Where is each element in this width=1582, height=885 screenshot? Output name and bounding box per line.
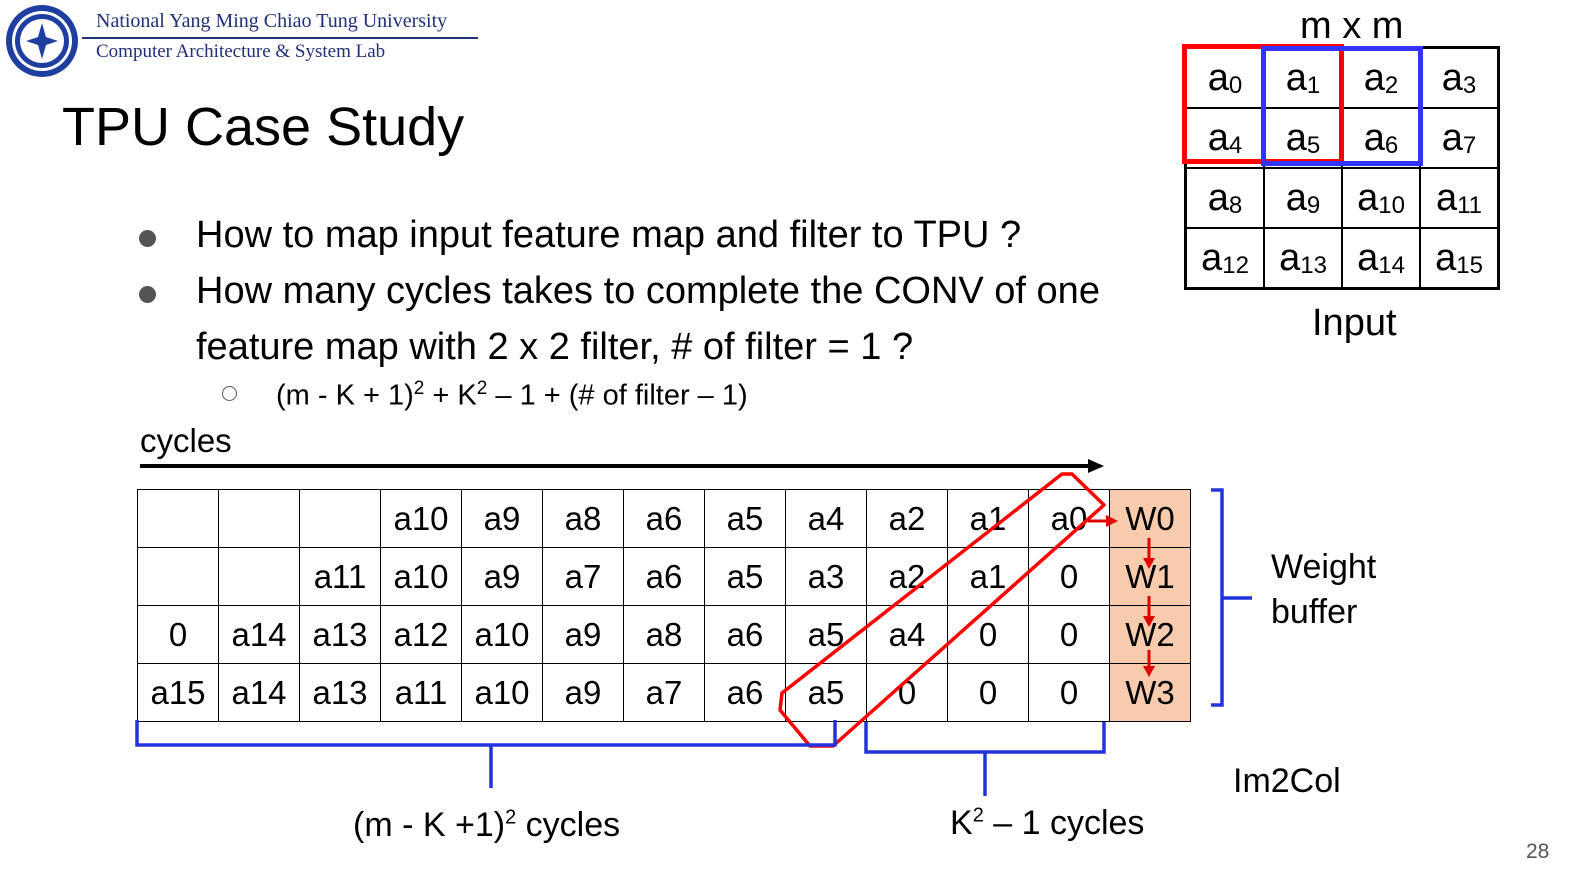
table-cell: 0 [1028, 663, 1110, 722]
weight-buffer-label: Weight buffer [1271, 545, 1376, 635]
table-cell: a11 [299, 547, 381, 606]
table-cell: a9 [461, 547, 543, 606]
cycle-formula: (m - K + 1)2 + K2 – 1 + (# of filter – 1… [276, 378, 748, 412]
input-cell: a 14 [1342, 228, 1420, 288]
bullet-dot [139, 286, 156, 303]
table-row: a11 a10 a9 a7 a6 a5 a3 a2 a1 0 W1 [137, 547, 1191, 606]
table-cell: a13 [299, 605, 381, 664]
input-cell: a 11 [1420, 168, 1498, 228]
weight-cell: W1 [1109, 547, 1191, 606]
table-cell: a14 [218, 663, 300, 722]
table-cell: 0 [1028, 547, 1110, 606]
input-cell: a7 [1420, 108, 1498, 168]
lab-name: Computer Architecture & System Lab [96, 41, 386, 62]
table-cell [137, 489, 219, 548]
weight-buffer-brace [1211, 488, 1252, 707]
table-cell [218, 489, 300, 548]
table-cell: a6 [623, 547, 705, 606]
table-cell: a11 [380, 663, 462, 722]
im2col-table: a10 a9 a8 a6 a5 a4 a2 a1 a0 W0 a11 a10 a… [137, 489, 1191, 722]
table-cell: a6 [623, 489, 705, 548]
input-cell: a 12 [1186, 228, 1264, 288]
table-row: a10 a9 a8 a6 a5 a4 a2 a1 a0 W0 [137, 489, 1191, 548]
input-cell: a 15 [1420, 228, 1498, 288]
table-row: a15 a14 a13 a11 a10 a9 a7 a6 a5 0 0 0 W3 [137, 663, 1191, 722]
table-cell: a10 [380, 547, 462, 606]
bullet-dot [139, 230, 156, 247]
bullet-2-line-2: feature map with 2 x 2 filter, # of filt… [196, 326, 914, 368]
bullet-1-text: How to map input feature map and filter … [196, 214, 1022, 256]
table-cell: a2 [866, 547, 948, 606]
university-name: National Yang Ming Chiao Tung University [96, 10, 448, 32]
table-cell: a12 [380, 605, 462, 664]
left-cycles-brace [135, 720, 837, 788]
right-cycles-brace [864, 722, 1106, 796]
table-cell: 0 [947, 605, 1029, 664]
table-cell: a6 [704, 605, 786, 664]
table-cell: a5 [785, 663, 867, 722]
table-cell [218, 547, 300, 606]
input-cell: a3 [1420, 48, 1498, 108]
weight-buffer-label-line: buffer [1271, 593, 1358, 631]
table-cell: a8 [542, 489, 624, 548]
table-cell: a13 [299, 663, 381, 722]
weight-cell: W2 [1109, 605, 1191, 664]
table-cell: a15 [137, 663, 219, 722]
table-cell: a5 [785, 605, 867, 664]
table-cell: a10 [461, 605, 543, 664]
table-cell: a9 [542, 663, 624, 722]
table-cell [137, 547, 219, 606]
weight-buffer-label-line: Weight [1271, 548, 1377, 586]
input-caption: Input [1312, 302, 1397, 344]
table-cell: a6 [704, 663, 786, 722]
left-cycles-label: (m - K +1)2 cycles [353, 806, 621, 844]
table-cell: a10 [380, 489, 462, 548]
cycles-label: cycles [140, 422, 232, 459]
weight-cell: W0 [1109, 489, 1191, 548]
im2col-label: Im2Col [1233, 762, 1341, 800]
input-cell: a 10 [1342, 168, 1420, 228]
nycu-seal-icon [6, 5, 78, 77]
table-cell: a1 [947, 547, 1029, 606]
table-cell: a4 [866, 605, 948, 664]
input-cell: a 13 [1264, 228, 1342, 288]
page-number: 28 [1526, 840, 1550, 863]
cycles-arrow [140, 459, 1104, 473]
table-cell: 0 [866, 663, 948, 722]
page-title: TPU Case Study [62, 97, 465, 157]
table-cell: a9 [542, 605, 624, 664]
table-cell: a7 [623, 663, 705, 722]
bullet-2-line-1: How many cycles takes to complete the CO… [196, 270, 1100, 312]
table-cell [299, 489, 381, 548]
table-row: 0 a14 a13 a12 a10 a9 a8 a6 a5 a4 0 0 W2 [137, 605, 1191, 664]
table-cell: a5 [704, 547, 786, 606]
table-cell: a8 [623, 605, 705, 664]
table-cell: a3 [785, 547, 867, 606]
input-cell: a8 [1186, 168, 1264, 228]
sub-bullet-circle [222, 386, 237, 401]
table-cell: a1 [947, 489, 1029, 548]
table-cell: 0 [947, 663, 1029, 722]
table-cell: a0 [1028, 489, 1110, 548]
weight-cell: W3 [1109, 663, 1191, 722]
table-cell: 0 [137, 605, 219, 664]
header-divider [82, 37, 478, 39]
right-cycles-label: K2 – 1 cycles [950, 804, 1145, 842]
table-cell: a9 [461, 489, 543, 548]
table-cell: a7 [542, 547, 624, 606]
input-cell: a9 [1264, 168, 1342, 228]
filter-window-blue [1261, 46, 1423, 166]
table-cell: a2 [866, 489, 948, 548]
table-cell: a5 [704, 489, 786, 548]
matrix-size-label: m x m [1300, 5, 1404, 47]
table-cell: 0 [1028, 605, 1110, 664]
table-cell: a4 [785, 489, 867, 548]
table-cell: a14 [218, 605, 300, 664]
table-cell: a10 [461, 663, 543, 722]
